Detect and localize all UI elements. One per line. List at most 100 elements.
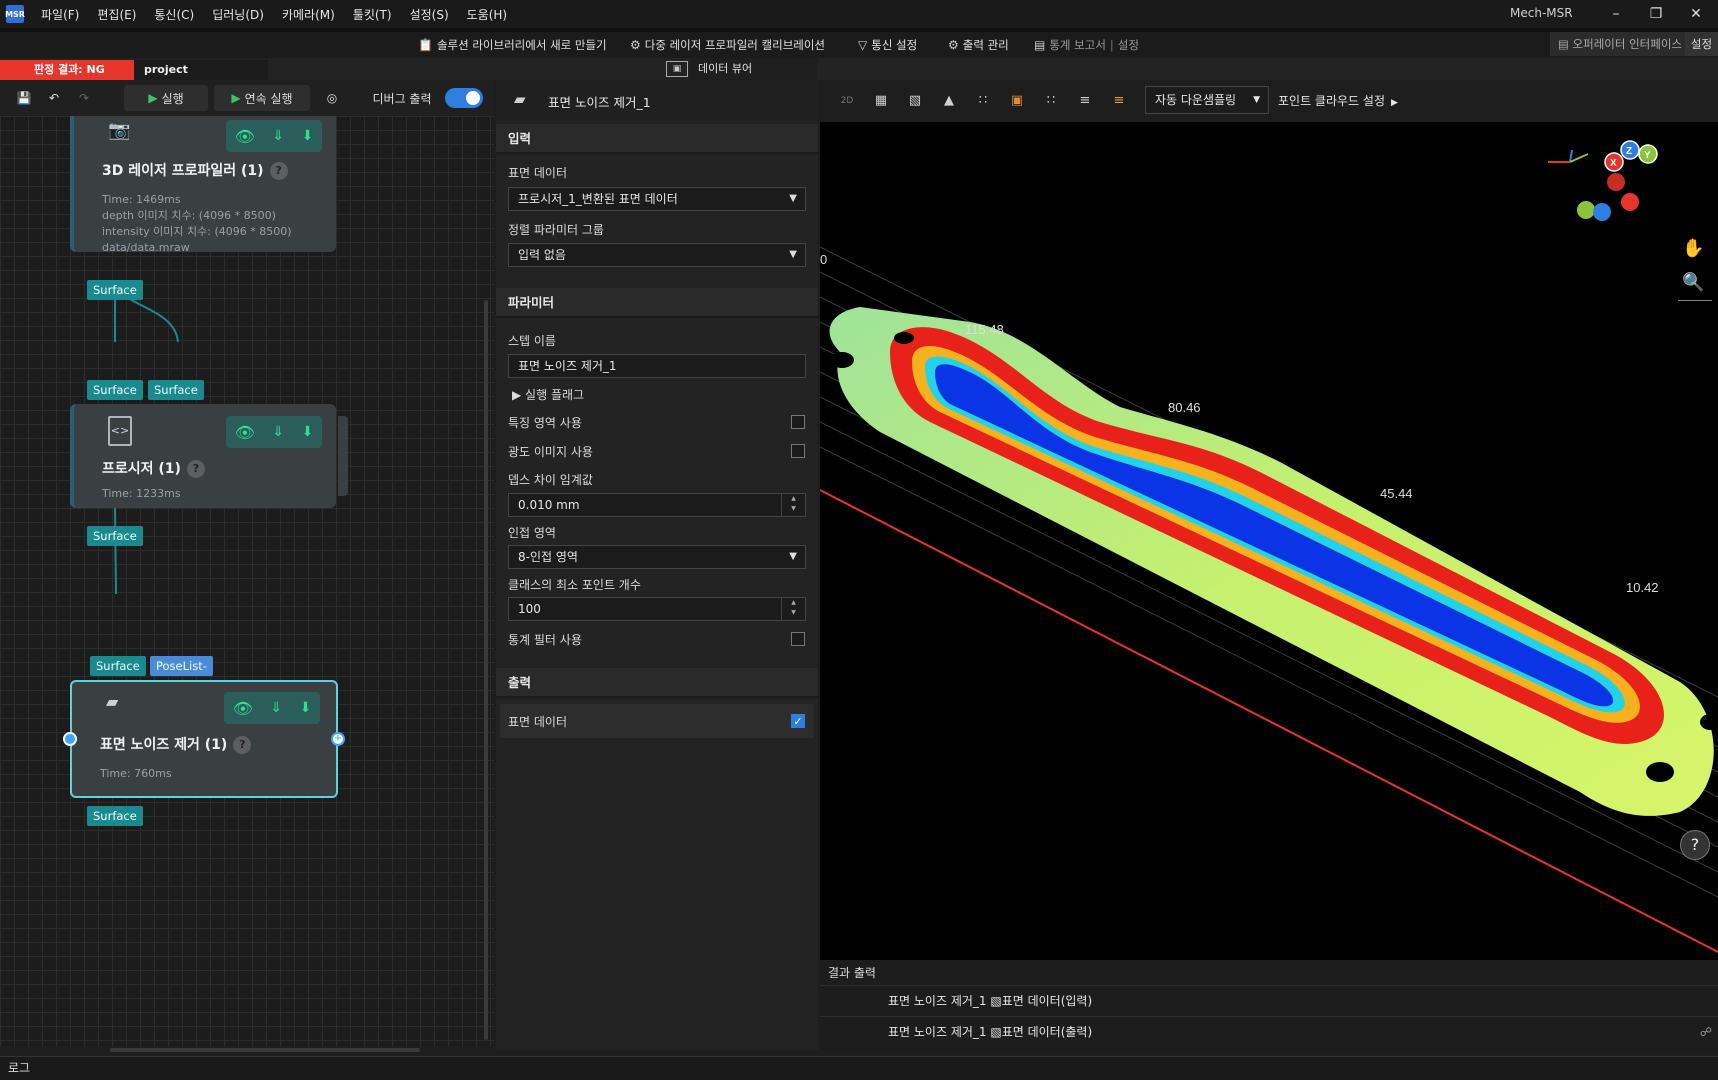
3d-viewport[interactable]: 0 115.48 80.46 45.44 10.42 X Z Y ✋ 🔍 ? (820, 122, 1718, 960)
view-icon[interactable]: 👁 (233, 699, 253, 718)
help-icon[interactable]: ? (186, 460, 205, 478)
collapse-icon[interactable]: ⇓ (272, 128, 284, 144)
help-icon[interactable]: ? (269, 162, 288, 180)
layers-icon[interactable]: ≡ (1074, 90, 1096, 112)
dots-grid-icon[interactable]: ∷ (1040, 90, 1062, 112)
node-left-connector[interactable] (63, 732, 77, 746)
min-points-input[interactable]: 100 ▲ ▼ (508, 597, 806, 621)
exec-flag-expander[interactable]: ▶ 실행 플래그 (512, 386, 584, 403)
target-icon[interactable]: ◎ (318, 85, 346, 111)
new-from-library-button[interactable]: 📋 솔루션 라이브러리에서 새로 만들기 (418, 37, 607, 53)
output-port-surface[interactable]: Surface (87, 526, 143, 546)
stats-icon: ▤ (1034, 38, 1046, 52)
caret-right-icon: ▶ (1391, 98, 1398, 108)
node-procedure[interactable]: <> 👁 ⇓ ⬇ 프로시저 (1)? Time: 1233ms (70, 404, 336, 508)
node-title-text: 프로시저 (1) (102, 461, 181, 477)
toggle-knob (466, 91, 480, 105)
align-group-select[interactable]: 입력 없음 ▼ (508, 243, 806, 267)
profile-icon[interactable]: ▲ (938, 90, 960, 112)
neighbor-select[interactable]: 8-인접 영역 ▼ (508, 545, 806, 569)
output-port-surface[interactable]: Surface (87, 280, 143, 300)
step-name-input[interactable]: 표면 노이즈 제거_1 (508, 354, 806, 378)
menu-deep-learning[interactable]: 딥러닝(D) (203, 6, 273, 23)
param-section-header[interactable]: 파라미터 (496, 288, 818, 318)
new-from-library-label: 솔루션 라이브러리에서 새로 만들기 (436, 38, 607, 52)
input-port-poselist[interactable]: PoseList- (150, 656, 213, 676)
view-3d-box-icon[interactable]: ▦ (870, 90, 892, 112)
menu-settings[interactable]: 설정(S) (401, 6, 458, 23)
run-button[interactable]: ▶ 실행 (124, 85, 208, 111)
color-layers-icon[interactable]: ≡ (1108, 90, 1130, 112)
comm-settings-button[interactable]: ▽ 통신 설정 (858, 37, 917, 53)
result-row[interactable]: 표면 노이즈 제거_1 ▧표면 데이터(입력) (820, 985, 1718, 1015)
download-icon[interactable]: ⬇ (302, 128, 314, 144)
close-icon[interactable]: ✕ (1676, 2, 1716, 26)
zoom-icon[interactable]: 🔍 (1682, 272, 1704, 293)
intensity-image-checkbox[interactable] (791, 444, 805, 458)
help-icon[interactable]: ? (1680, 830, 1710, 860)
flow-canvas[interactable]: 📷 👁 ⇓ ⬇ 3D 레이저 프로파일러 (1)? Time: 1469ms d… (0, 116, 494, 1046)
result-row[interactable]: 표면 노이즈 제거_1 ▧표면 데이터(출력) ☍ (820, 1016, 1718, 1046)
menu-camera[interactable]: 카메라(M) (273, 6, 344, 23)
output-manage-button[interactable]: ⚙ 출력 관리 (948, 37, 1009, 53)
tab-data-viewer[interactable]: 데이터 뷰어 (690, 58, 818, 80)
tab-project[interactable]: project (134, 60, 268, 80)
multi-calibration-button[interactable]: ⚙ 다중 레이저 프로파일러 캘리브레이션 (630, 37, 825, 53)
save-icon[interactable]: 💾 (12, 85, 36, 111)
output-surface-checkbox[interactable]: ✓ (791, 714, 805, 728)
downsample-select[interactable]: 자동 다운샘플링 ▼ (1145, 86, 1269, 114)
operator-interface-button[interactable]: ▤ 오퍼레이터 인터페이스 (1550, 32, 1690, 56)
noise-filter-icon: ▰ (514, 90, 526, 108)
pan-hand-icon[interactable]: ✋ (1682, 238, 1704, 259)
spinner-arrows-icon[interactable]: ▲ ▼ (781, 598, 805, 620)
stat-filter-checkbox[interactable] (791, 632, 805, 646)
redo-icon[interactable]: ↷ (72, 85, 96, 111)
download-icon[interactable]: ⬇ (302, 424, 314, 440)
node-surface-noise-removal[interactable]: ▰ 👁 ⇓ ⬇ 표면 노이즈 제거 (1)? Time: 760ms (70, 680, 338, 798)
depth-threshold-input[interactable]: 0.010 mm ▲ ▼ (508, 493, 806, 517)
pin-icon[interactable]: ☍ (1700, 1017, 1712, 1047)
feature-region-checkbox[interactable] (791, 415, 805, 429)
add-connector-icon[interactable]: + (331, 732, 345, 746)
surface-data-select[interactable]: 프로시저_1_변환된 표면 데이터 ▼ (508, 187, 806, 211)
help-icon[interactable]: ? (233, 736, 252, 754)
menu-file[interactable]: 파일(F) (32, 6, 88, 23)
view-icon[interactable]: 👁 (235, 423, 255, 442)
colormap-icon[interactable]: ▣ (1006, 90, 1028, 112)
log-bar[interactable]: 로그 (0, 1056, 1718, 1080)
output-section-header[interactable]: 출력 (496, 668, 818, 698)
connection-lines (114, 279, 179, 595)
view-2d-icon[interactable]: 2D (836, 90, 858, 112)
input-port-surface[interactable]: Surface (90, 656, 146, 676)
restore-icon[interactable]: ❐ (1636, 2, 1676, 26)
grid-dots-icon[interactable]: ∷ (972, 90, 994, 112)
spinner-arrows-icon[interactable]: ▲ ▼ (781, 494, 805, 516)
download-icon[interactable]: ⬇ (300, 700, 312, 716)
continuous-run-button[interactable]: ▶ 연속 실행 (214, 85, 310, 111)
settings-button[interactable]: 설정 (1685, 32, 1718, 56)
stats-settings-label[interactable]: 설정 (1118, 37, 1139, 53)
flow-horizontal-scrollbar[interactable] (110, 1048, 420, 1052)
depth-label: 10.42 (1626, 580, 1659, 595)
debug-output-toggle[interactable] (444, 85, 484, 111)
input-section-header[interactable]: 입력 (496, 124, 818, 154)
collapse-icon[interactable]: ⇓ (272, 424, 284, 440)
menu-edit[interactable]: 편집(E) (88, 6, 145, 23)
node-laser-profiler[interactable]: 📷 👁 ⇓ ⬇ 3D 레이저 프로파일러 (1)? Time: 1469ms d… (70, 116, 336, 254)
input-port-surface[interactable]: Surface (148, 380, 204, 400)
orientation-gizmo[interactable]: X Z Y (1548, 140, 1658, 221)
flow-vertical-scrollbar[interactable] (484, 300, 488, 1040)
input-port-surface[interactable]: Surface (87, 380, 143, 400)
view-icon[interactable]: 👁 (235, 127, 255, 146)
output-port-surface[interactable]: Surface (87, 806, 143, 826)
menu-communication[interactable]: 통신(C) (145, 6, 203, 23)
minimize-icon[interactable]: – (1596, 2, 1636, 26)
undo-icon[interactable]: ↶ (42, 85, 66, 111)
stats-report-button[interactable]: ▤ 통계 보고서 | 설정 (1034, 37, 1139, 53)
menu-toolkit[interactable]: 툴킷(T) (344, 6, 401, 23)
point-cloud-settings-button[interactable]: 포인트 클라우드 설정 ▶ (1278, 92, 1398, 109)
data-viewer-icon[interactable]: ▣ (666, 61, 688, 77)
menu-help[interactable]: 도움(H) (458, 6, 516, 23)
hatch-icon[interactable]: ▧ (904, 90, 926, 112)
collapse-icon[interactable]: ⇓ (270, 700, 282, 716)
